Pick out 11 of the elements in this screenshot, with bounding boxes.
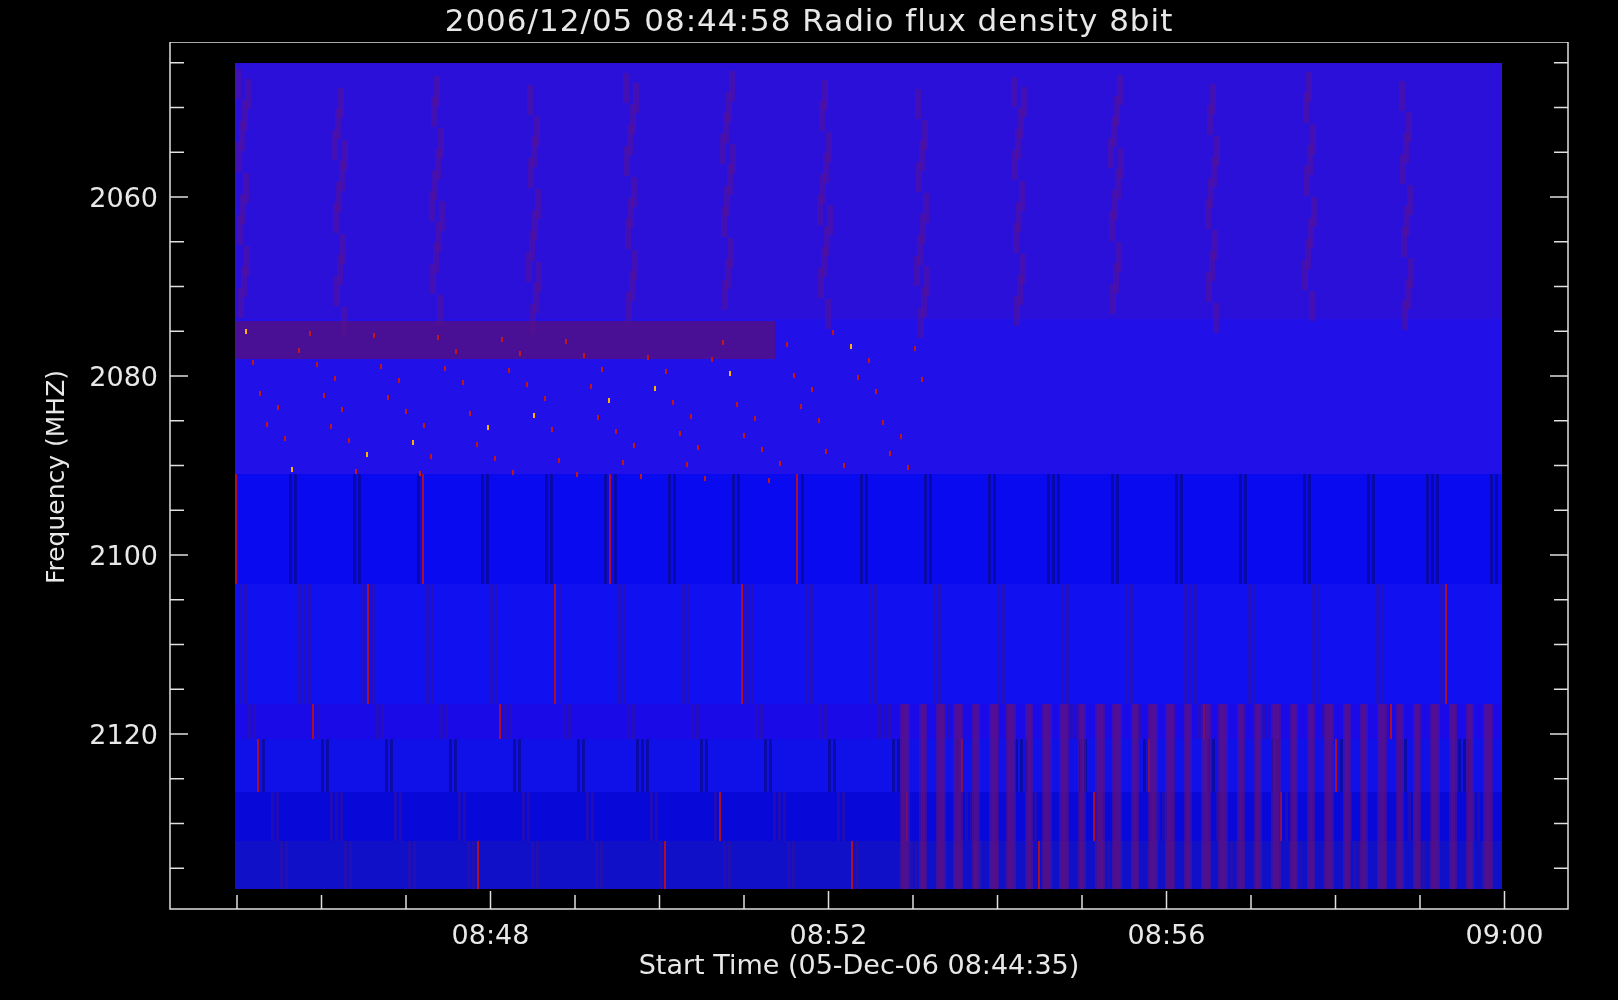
axis-title: Start Time (05-Dec-06 08:44:35) — [638, 949, 1080, 980]
chart-title: 2006/12/05 08:44:58 Radio flux density 8bit — [444, 2, 1174, 40]
tick-label: 08:56 — [1127, 919, 1206, 950]
tick-label: 09:00 — [1465, 919, 1544, 950]
tick-label: 2060 — [89, 182, 158, 213]
axis-title: Frequency (MHZ) — [41, 369, 70, 585]
tick-label: 08:48 — [451, 919, 530, 950]
tick-label: 2100 — [89, 540, 158, 571]
tick-label: 08:52 — [789, 919, 868, 950]
tick-label: 2120 — [89, 719, 158, 750]
tick-label: 2080 — [89, 361, 158, 392]
